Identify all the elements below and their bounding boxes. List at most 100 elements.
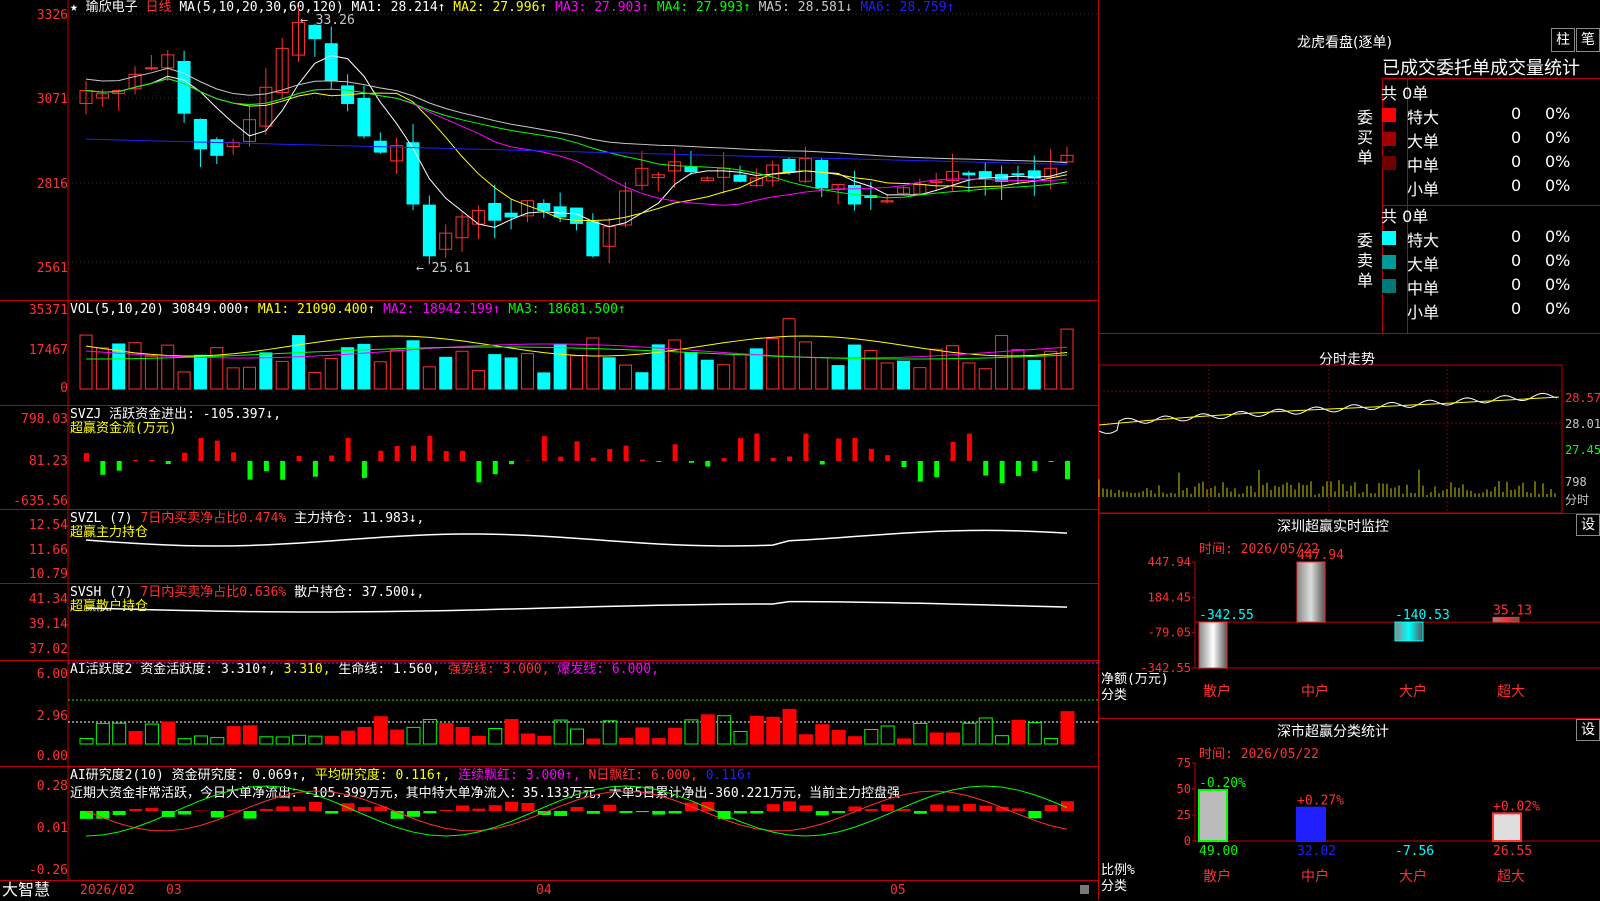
candle [783,159,795,171]
category-label: 中户 [1301,868,1329,885]
research-bar [423,811,436,813]
axis-tick: 50 [1177,782,1191,796]
activity-bar [669,728,682,744]
flow-bar [182,453,187,461]
research-bar [587,811,600,814]
candle [178,61,190,113]
activity-bar [260,737,273,744]
date-axis-bar: 大智慧 2026/02 03 04 05 [0,880,1098,901]
volume-bar [996,336,1008,389]
activity-bar [358,727,371,744]
research-bar [325,811,338,814]
volume-bar [1028,361,1040,389]
candle [1012,174,1024,175]
activity-bar [521,734,534,744]
flow-bar [852,438,857,461]
vol-ma3 [86,347,1067,359]
volume-bar [472,371,484,389]
flow-bar [1049,461,1054,462]
flow-bar [198,438,203,461]
class-bar-chart[interactable]: 7550250散户中户大户超大-0.20%+0.27%+0.02%49.0032… [1099,719,1600,901]
order-n: 大单 [1407,251,1439,275]
candle [325,44,337,81]
activity-bar [440,724,453,744]
research-bar [1028,811,1041,818]
chart-area[interactable]: 3326 3071 2816 2561 ★ 瑜欣电子 日线 MA(5,10,20… [0,0,1098,880]
volume-bars[interactable] [0,301,1098,406]
order-color-swatch [1382,132,1396,146]
price-panel[interactable]: 3326 3071 2816 2561 ★ 瑜欣电子 日线 MA(5,10,20… [0,0,1098,300]
ai-research-panel[interactable]: 0.28 0.01 -0.26 AI研究度2(10) 资金研究度: 0.069↑… [0,766,1098,880]
research-bar [489,805,502,811]
research-bar [472,809,485,811]
activity-bar [701,715,714,744]
bar-mode-button[interactable]: 柱 [1551,28,1575,52]
volume-bar [194,355,206,389]
activity-bar [718,716,731,744]
class-xlabel: 分类 [1101,875,1127,894]
activity-bar [96,724,109,744]
sz-bar-chart[interactable]: 447.94184.45-79.05-342.55散户中户大户超大-342.55… [1099,514,1600,719]
flow-bar [378,451,383,461]
candle [358,98,370,135]
research-bar [979,806,992,811]
order-v: 0 [1511,227,1521,246]
flow-bar [983,461,988,476]
order-n: 小单 [1407,176,1439,200]
activity-bar [930,733,943,744]
retail-position-line[interactable] [0,584,1098,661]
candlestick-chart[interactable] [0,0,1098,300]
main-position-line [86,530,1067,546]
svzj-panel[interactable]: 798.03 81.23 -635.56 SVZJ 活跃资金进出: -105.3… [0,405,1098,509]
bar-value: -140.53 [1395,608,1450,623]
divider [1099,333,1600,334]
tick-mode-button[interactable]: 笔 [1576,28,1600,52]
research-bar [636,811,649,812]
flow-bar [771,458,776,461]
volume-bar [620,365,632,389]
flow-bar [754,434,759,461]
main-position-line[interactable] [0,510,1098,584]
volume-bar [1061,329,1073,389]
research-bar [816,811,829,815]
research-bar [652,811,665,815]
category-bar [1199,622,1227,668]
research-bar [799,805,812,811]
research-bar [914,811,927,814]
activity-bar [113,723,126,744]
intraday-chart[interactable] [1099,345,1600,513]
research-bars[interactable] [0,767,1098,881]
svzl-panel[interactable]: 12.54 11.66 10.79 SVZL (7) 7日内买卖净占比0.474… [0,509,1098,583]
flow-bar [673,444,678,461]
order-side-label: 委卖单 [1357,231,1377,291]
date-label: 05 [890,884,906,898]
research-bar [178,811,191,815]
order-v: 0 [1511,152,1521,171]
flow-bar [248,461,253,480]
flow-bar [411,446,416,461]
research-bar [521,803,534,811]
volume-panel[interactable]: 35371 17467 0 VOL(5,10,20) 30849.000↑ MA… [0,300,1098,405]
order-total: 共 0单 [1381,80,1428,104]
volume-bar [718,365,730,389]
order-v: 0 [1511,104,1521,123]
activity-bar [898,739,911,744]
activity-bar [178,739,191,744]
ai-activity-panel[interactable]: 6.00 2.96 0.00 AI活跃度2 资金活跃度: 3.310↑, 3.3… [0,660,1098,766]
activity-bar [391,730,404,744]
order-p: 0% [1545,299,1570,318]
fund-flow-bars[interactable] [0,406,1098,510]
bar-top-value: -0.20% [1199,776,1246,791]
volume-bar [129,343,141,389]
activity-bars[interactable] [0,661,1098,767]
flow-bar [738,438,743,461]
activity-bar [587,739,600,744]
flow-bar [591,458,596,461]
activity-bar [571,729,584,744]
volume-bar [358,344,370,389]
volume-bar [881,363,893,389]
intraday-panel[interactable]: 分时走势 28.57 28.01 27.45 798 分时 [1099,345,1600,513]
flow-bar [836,438,841,461]
lock-icon[interactable] [1080,885,1089,894]
svsh-panel[interactable]: 41.34 39.14 37.02 SVSH (7) 7日内买卖净占比0.636… [0,583,1098,660]
